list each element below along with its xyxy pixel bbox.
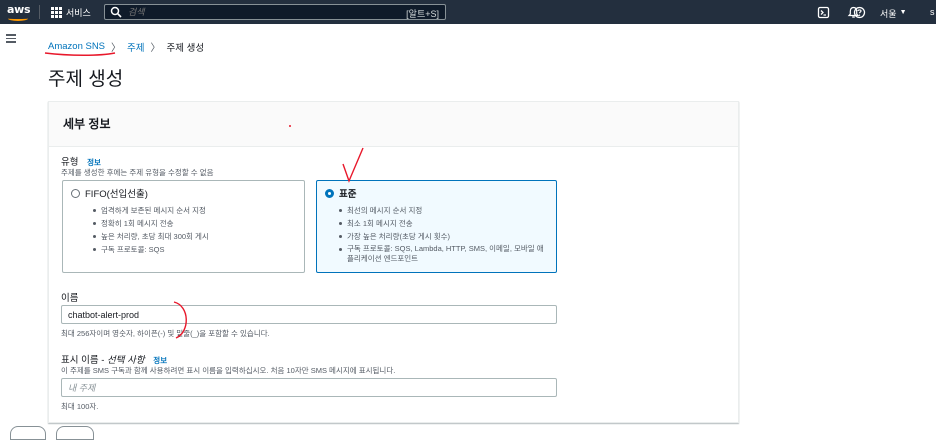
type-option-fifo[interactable]: FIFO(선입선출) 엄격하게 보존된 메시지 순서 지정 정확히 1회 메시지… (62, 180, 305, 273)
aws-logo[interactable]: aws (6, 2, 32, 22)
standard-title: 표준 (339, 189, 357, 200)
display-name-hint: 최대 100자. (61, 402, 99, 411)
fifo-features: 엄격하게 보존된 메시지 순서 지정 정확히 1회 메시지 전송 높은 처리량,… (93, 204, 296, 256)
page-title: 주제 생성 (48, 69, 124, 90)
standard-features: 최선의 메시지 순서 지정 최소 1회 메시지 전송 가장 높은 처리량(초당 … (339, 204, 548, 264)
display-name-label: 표시 이름 - 선택 사항 정보 (61, 352, 167, 366)
help-question-icon[interactable] (853, 6, 866, 19)
cloudshell-icon[interactable] (817, 6, 830, 19)
name-label: 이름 (61, 293, 79, 304)
type-option-standard[interactable]: 표준 최선의 메시지 순서 지정 최소 1회 메시지 전송 가장 높은 처리량(… (316, 180, 557, 273)
top-navigation-bar: aws 서비스 [알트+S] 서울 ▼ s (0, 0, 936, 24)
region-selector[interactable]: 서울 ▼ (880, 7, 907, 20)
search-icon (110, 6, 122, 18)
fifo-radio[interactable] (71, 188, 80, 198)
list-item: 가장 높은 처리량(초당 게시 횟수) (339, 230, 548, 243)
name-input[interactable] (61, 305, 557, 324)
standard-radio[interactable] (325, 188, 334, 198)
aws-logo-text: aws (7, 3, 31, 16)
search-shortcut: [알트+S] (406, 9, 439, 19)
topbar-divider (39, 5, 40, 19)
breadcrumb: Amazon SNS 〉 주제 〉 주제 생성 (48, 39, 204, 54)
services-label: 서비스 (66, 8, 91, 18)
search-input[interactable] (128, 7, 378, 17)
chevron-right-icon: 〉 (111, 43, 122, 54)
search-box[interactable]: [알트+S] (104, 4, 446, 20)
chevron-right-icon: 〉 (150, 43, 161, 54)
list-item: 최선의 메시지 순서 지정 (339, 204, 548, 217)
list-item: 최소 1회 메시지 전송 (339, 217, 548, 230)
aws-smile-icon (8, 16, 28, 21)
type-label: 유형 정보 (61, 154, 101, 168)
fifo-title: FIFO(선입선출) (85, 189, 148, 200)
breadcrumb-current: 주제 생성 (166, 42, 205, 54)
list-item: 높은 처리량, 초당 최대 300회 게시 (93, 230, 296, 243)
list-item: 구독 프로토콜: SQS (93, 243, 296, 256)
account-menu[interactable]: s (930, 7, 935, 17)
display-name-description: 이 주제를 SMS 구독과 함께 사용하려면 표시 이름을 입력하십시오. 처음… (61, 366, 396, 375)
list-item: 구독 프로토콜: SQS, Lambda, HTTP, SMS, 이메일, 모바… (339, 243, 548, 264)
panel-header: 세부 정보 (49, 102, 738, 147)
language-button[interactable] (56, 426, 94, 440)
caret-down-icon: ▼ (899, 9, 907, 16)
type-description: 주제를 생성한 후에는 주제 유형을 수정할 수 없음 (61, 168, 214, 177)
menu-icon[interactable] (6, 34, 16, 43)
breadcrumb-amazon-sns[interactable]: Amazon SNS (48, 41, 105, 52)
grid-icon (51, 7, 62, 18)
feedback-button[interactable] (10, 426, 46, 440)
list-item: 엄격하게 보존된 메시지 순서 지정 (93, 204, 296, 217)
services-menu-button[interactable]: 서비스 (51, 6, 91, 19)
type-info-link[interactable]: 정보 (87, 158, 101, 167)
region-label: 서울 (880, 9, 897, 19)
name-hint: 최대 256자이며 영숫자, 하이픈(-) 및 밑줄(_)을 포함할 수 있습니… (61, 329, 270, 338)
display-name-info-link[interactable]: 정보 (153, 356, 167, 365)
display-name-input[interactable] (61, 378, 557, 397)
list-item: 정확히 1회 메시지 전송 (93, 217, 296, 230)
breadcrumb-topics[interactable]: 주제 (127, 40, 144, 54)
